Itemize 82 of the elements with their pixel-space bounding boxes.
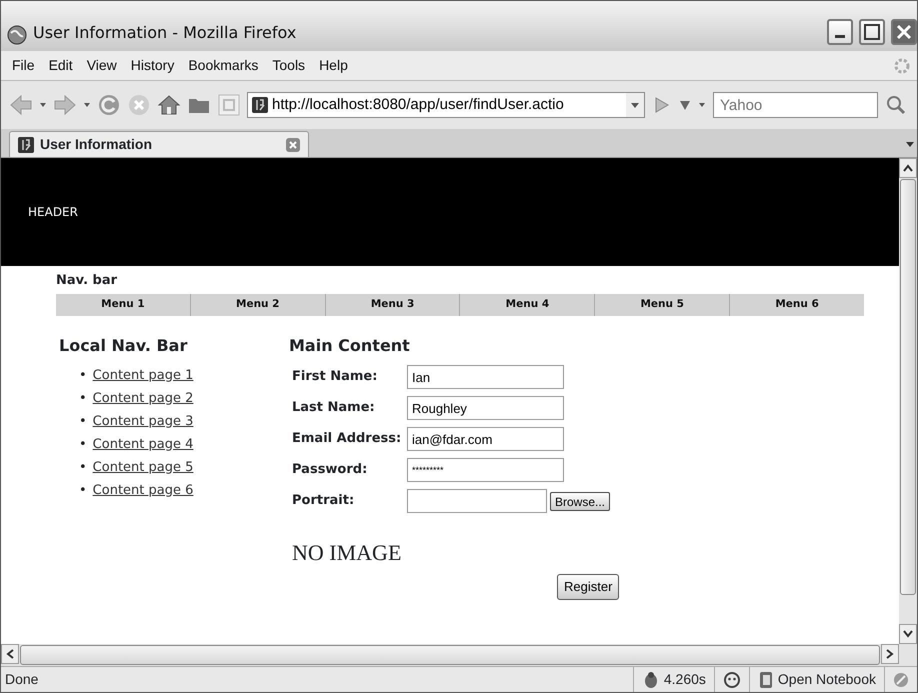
search-icon [884, 93, 908, 117]
home-icon [157, 93, 181, 117]
content-link[interactable]: Content page 3 [92, 410, 194, 432]
bullet: • [79, 390, 87, 408]
menu-item[interactable]: View [80, 55, 124, 76]
bullet: • [79, 366, 87, 384]
input-field[interactable]: ian@fdar.com [407, 427, 564, 451]
site-icon [252, 97, 268, 113]
dropdown-button[interactable] [39, 101, 47, 109]
nav-bar-title: Nav. bar [56, 272, 118, 290]
dropdown-icon[interactable] [626, 93, 644, 117]
forward-icon [53, 93, 77, 117]
minimize-icon [835, 35, 845, 38]
notebook-link[interactable]: Open Notebook [778, 669, 876, 690]
square-icon [217, 93, 241, 117]
bullet: • [79, 458, 87, 476]
scrollbar-thumb[interactable] [20, 645, 880, 665]
close-icon [896, 24, 912, 40]
address-bar[interactable]: http://localhost:8080/app/user/findUser.actio [247, 92, 645, 118]
input-field[interactable]: Roughley [407, 396, 564, 420]
tab-label: User Information [40, 135, 154, 154]
search-button[interactable] [884, 93, 908, 117]
menu-item[interactable]: Help [312, 55, 355, 76]
field-label: Email Address: [291, 430, 402, 448]
content-link[interactable]: Content page 1 [92, 364, 194, 386]
browse-button[interactable]: Browse... [550, 492, 610, 510]
main-content-title: Main Content [289, 334, 411, 356]
dropdown-icon [83, 101, 91, 109]
scrollbar-thumb[interactable] [900, 179, 916, 595]
field-label: First Name: [291, 368, 378, 386]
browser-tab[interactable]: User Information [9, 131, 309, 157]
minimize-button[interactable] [827, 19, 853, 45]
menu-item[interactable]: File [5, 55, 42, 76]
caret-icon [886, 649, 894, 659]
caret-icon [6, 649, 14, 659]
content-link[interactable]: Content page 6 [92, 478, 194, 502]
header-text: HEADER [1, 158, 899, 266]
scroll-up-button[interactable] [899, 158, 917, 178]
input-field[interactable]: Ian [407, 365, 564, 389]
dropdown-button[interactable] [83, 101, 91, 109]
notebook-icon [758, 670, 774, 688]
input-field[interactable]: ********* [407, 458, 564, 482]
search-field[interactable]: Yahoo [713, 92, 878, 118]
menu-item[interactable]: Tools [265, 55, 312, 76]
file-field[interactable] [407, 489, 547, 513]
close-icon[interactable] [286, 138, 300, 152]
register-button[interactable]: Register [557, 574, 620, 600]
scroll-down-button[interactable] [899, 624, 917, 644]
caret-icon[interactable] [905, 139, 915, 149]
bullet: • [79, 412, 87, 430]
content-link[interactable]: Content page 5 [92, 456, 194, 478]
menu-item[interactable]: History [124, 55, 182, 76]
no-image-text: NO IMAGE [292, 538, 402, 566]
throbber-icon [893, 56, 911, 74]
menu-item[interactable]: Bookmarks [181, 55, 266, 76]
window-title: User Information - Mozilla Firefox [33, 22, 298, 44]
load-time: 4.260s [664, 670, 706, 689]
site-icon [18, 136, 34, 152]
back-icon [9, 93, 33, 117]
stop-icon [127, 93, 151, 117]
status-icon [893, 672, 909, 688]
home-button[interactable] [157, 93, 181, 117]
caret-icon [903, 164, 913, 172]
content-link[interactable]: Content page 2 [92, 386, 194, 410]
caret-icon [903, 630, 913, 638]
bullet: • [79, 436, 87, 454]
scroll-left-button[interactable] [1, 644, 19, 664]
menu-item[interactable]: Edit [42, 55, 80, 76]
maximize-button[interactable] [859, 19, 885, 45]
content-link[interactable]: Content page 4 [92, 432, 194, 456]
bullet: • [79, 482, 87, 500]
local-nav-title: Local Nav. Bar [59, 334, 188, 356]
scroll-right-button[interactable] [881, 644, 899, 664]
globe-icon [7, 25, 27, 45]
reload-icon [97, 93, 121, 117]
field-label: Last Name: [291, 399, 376, 418]
status-text: Done [4, 670, 40, 689]
field-label: Portrait: [291, 492, 356, 510]
dropdown-icon [39, 101, 47, 109]
maximize-icon [864, 24, 880, 40]
field-label: Password: [291, 461, 368, 480]
close-button[interactable] [891, 19, 917, 45]
